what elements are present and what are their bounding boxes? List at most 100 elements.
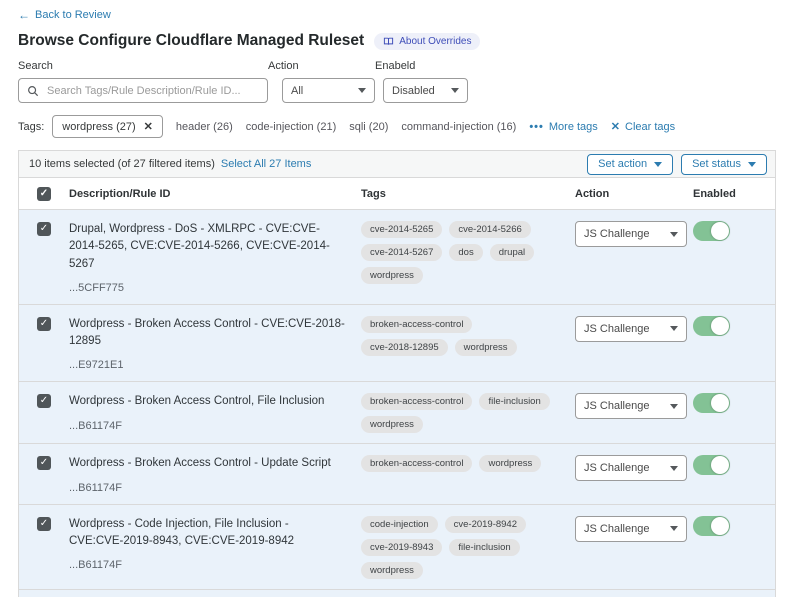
row-action-value: JS Challenge — [584, 523, 649, 535]
row-description: Wordpress - Broken Access Control, File … — [69, 393, 345, 410]
row-checkbox-cell: ✓ — [19, 316, 69, 372]
enabled-toggle[interactable] — [693, 516, 730, 536]
row-action-cell: JS Challenge — [575, 316, 693, 372]
ruleset-table: 10 items selected (of 27 filtered items)… — [18, 150, 776, 597]
row-checkbox-cell: ✓ — [19, 516, 69, 579]
row-rule-id: ...B61174F — [69, 559, 345, 571]
set-action-button[interactable]: Set action — [587, 154, 673, 175]
tag-pill: wordpress — [361, 416, 423, 433]
select-all-link[interactable]: Select All 27 Items — [221, 158, 312, 170]
tag-pill: wordpress — [455, 339, 517, 356]
tag-pill: broken-access-control — [361, 455, 472, 472]
action-filter-select[interactable]: All — [282, 78, 375, 103]
tag-option[interactable]: header (26) — [176, 121, 233, 133]
tag-pill: cve-2014-5266 — [449, 221, 530, 238]
tag-option[interactable]: sqli (20) — [349, 121, 388, 133]
row-tags-cell: broken-access-controlfile-inclusionwordp… — [361, 393, 575, 433]
row-description: Wordpress - Code Injection, File Inclusi… — [69, 516, 345, 551]
rules-table-body: ✓ Drupal, Wordpress - DoS - XMLRPC - CVE… — [19, 210, 775, 590]
tag-pill: broken-access-control — [361, 316, 472, 333]
row-action-select[interactable]: JS Challenge — [575, 516, 687, 542]
row-tags-cell: broken-access-controlwordpress — [361, 455, 575, 493]
row-tags-cell: broken-access-control cve-2018-12895 wordp… — [361, 316, 575, 372]
row-enabled-cell — [693, 221, 775, 294]
row-tags: cve-2014-5265cve-2014-5266cve-2014-5267d… — [361, 221, 565, 284]
clear-tags-link[interactable]: ✕ Clear tags — [611, 120, 675, 133]
tag-option[interactable]: command-injection (16) — [401, 121, 516, 133]
row-action-select[interactable]: JS Challenge — [575, 316, 687, 342]
enabled-toggle[interactable] — [693, 316, 730, 336]
ellipsis-icon: ••• — [529, 121, 544, 133]
select-all-checkbox[interactable]: ✓ — [37, 187, 51, 201]
row-tags: broken-access-controlwordpress — [361, 455, 565, 472]
action-filter: Action All — [268, 60, 375, 103]
row-action-select[interactable]: JS Challenge — [575, 221, 687, 247]
action-filter-value: All — [291, 85, 303, 97]
row-enabled-cell — [693, 393, 775, 433]
row-checkbox[interactable]: ✓ — [37, 394, 51, 408]
row-tags-cell: cve-2014-5265cve-2014-5266cve-2014-5267d… — [361, 221, 575, 294]
table-row: ✓ Wordpress - Broken Access Control - Up… — [19, 444, 775, 504]
row-action-select[interactable]: JS Challenge — [575, 455, 687, 481]
title-row: Browse Configure Cloudflare Managed Rule… — [18, 32, 776, 50]
about-overrides-label: About Overrides — [399, 36, 471, 47]
row-action-value: JS Challenge — [584, 323, 649, 335]
row-action-cell: JS Challenge — [575, 516, 693, 579]
search-icon — [27, 85, 39, 97]
row-checkbox[interactable]: ✓ — [37, 517, 51, 531]
tag-pill: drupal — [490, 244, 534, 261]
enabled-filter-select[interactable]: Disabled — [383, 78, 468, 103]
bulk-actions: Set action Set status — [587, 154, 767, 175]
row-checkbox-cell: ✓ — [19, 221, 69, 294]
chevron-down-icon — [670, 326, 678, 331]
tag-pill: cve-2014-5267 — [361, 244, 442, 261]
search-filter: Search — [18, 60, 268, 103]
enabled-toggle[interactable] — [693, 221, 730, 241]
set-status-label: Set status — [692, 158, 741, 170]
row-rule-id: ...B61174F — [69, 420, 345, 432]
search-input[interactable] — [45, 84, 259, 98]
row-description: Wordpress - Broken Access Control - CVE:… — [69, 316, 345, 351]
about-overrides-badge[interactable]: About Overrides — [374, 33, 480, 50]
selected-tag-chip[interactable]: wordpress (27) ✕ — [52, 115, 163, 138]
tags-label: Tags: — [18, 121, 44, 133]
row-description: Wordpress - Broken Access Control - Upda… — [69, 455, 345, 472]
action-label: Action — [268, 60, 375, 72]
filters-row: Search Action All Enabeld Disabled — [18, 60, 776, 103]
row-description-cell: Wordpress - Code Injection, File Inclusi… — [69, 516, 361, 579]
row-tags: broken-access-control cve-2018-12895 wordp… — [361, 316, 565, 356]
tag-pill: cve-2018-12895 — [361, 339, 448, 356]
row-enabled-cell — [693, 455, 775, 493]
selection-bar: 10 items selected (of 27 filtered items)… — [19, 151, 775, 178]
back-to-review-link[interactable]: ← Back to Review — [18, 9, 111, 21]
chevron-down-icon — [654, 162, 662, 167]
toggle-knob — [711, 222, 729, 240]
tag-pill: cve-2019-8943 — [361, 539, 442, 556]
set-status-button[interactable]: Set status — [681, 154, 767, 175]
more-tags-link[interactable]: ••• More tags — [529, 121, 597, 133]
row-checkbox-cell: ✓ — [19, 455, 69, 493]
row-checkbox[interactable]: ✓ — [37, 222, 51, 236]
row-checkbox[interactable]: ✓ — [37, 317, 51, 331]
chevron-down-icon — [451, 88, 459, 93]
toggle-knob — [711, 456, 729, 474]
tag-pill: dos — [449, 244, 482, 261]
row-tags: broken-access-controlfile-inclusionwordp… — [361, 393, 565, 433]
row-action-select[interactable]: JS Challenge — [575, 393, 687, 419]
row-rule-id: ...E9721E1 — [69, 359, 345, 371]
enabled-filter: Enabeld Disabled — [375, 60, 468, 103]
enabled-toggle[interactable] — [693, 455, 730, 475]
header-checkbox-cell: ✓ — [19, 186, 69, 201]
clear-tags-label: Clear tags — [625, 121, 675, 133]
table-row: ✓ Wordpress - Code Injection, File Inclu… — [19, 505, 775, 590]
row-checkbox-cell: ✓ — [19, 393, 69, 433]
remove-tag-icon[interactable]: ✕ — [144, 120, 153, 133]
tag-pill: cve-2019-8942 — [445, 516, 526, 533]
row-description-cell: Drupal, Wordpress - DoS - XMLRPC - CVE:C… — [69, 221, 361, 294]
row-description-cell: Wordpress - Broken Access Control - CVE:… — [69, 316, 361, 372]
row-checkbox[interactable]: ✓ — [37, 456, 51, 470]
tag-pill: file-inclusion — [479, 393, 549, 410]
search-box — [18, 78, 268, 103]
enabled-toggle[interactable] — [693, 393, 730, 413]
tag-option[interactable]: code-injection (21) — [246, 121, 337, 133]
